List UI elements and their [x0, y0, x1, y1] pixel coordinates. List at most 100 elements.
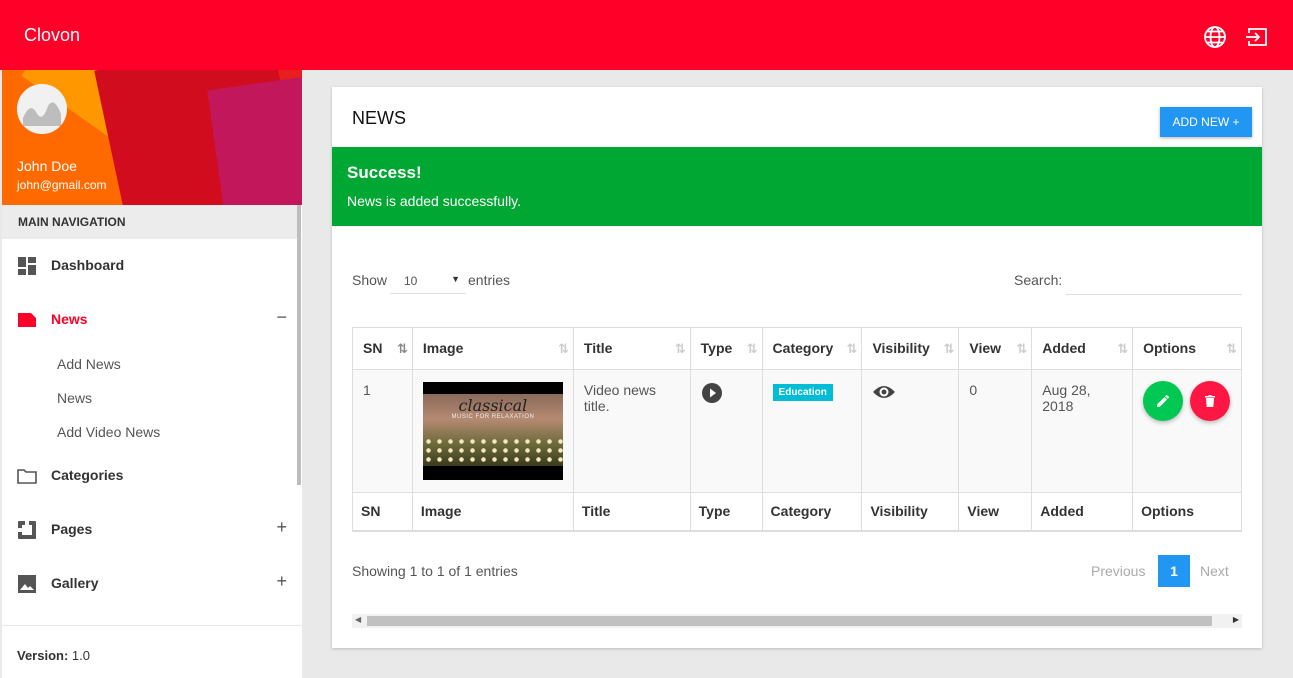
sidebar-scrollbar[interactable] — [297, 205, 301, 485]
eye-icon — [872, 386, 896, 405]
col-footer-added: Added — [1031, 492, 1134, 532]
play-circle-icon — [701, 383, 723, 407]
sort-icon: ⇅ — [558, 341, 569, 356]
news-card: NEWS ADD NEW + Success! News is added su… — [332, 87, 1262, 648]
cell-sn: 1 — [352, 369, 413, 493]
pagination-next[interactable]: Next — [1200, 563, 1229, 579]
sidebar-item-label: Categories — [51, 467, 124, 483]
image-icon — [17, 574, 37, 594]
col-footer-type: Type — [689, 492, 763, 532]
cell-added: Aug 28, 2018 — [1031, 369, 1134, 493]
page-size-value: 10 — [404, 274, 418, 288]
scrollbar-thumb[interactable] — [367, 616, 1212, 626]
cell-view: 0 — [958, 369, 1033, 493]
scroll-right-icon[interactable]: ▶ — [1233, 615, 1239, 624]
user-info-panel: John Doe john@gmail.com — [2, 70, 302, 205]
sidebar-item-news[interactable]: News − — [2, 293, 297, 347]
table-row: 1 classical MUSIC FOR RELAXATION Video n… — [352, 369, 1242, 493]
search-label: Search: — [1014, 272, 1063, 288]
thumbnail-subtitle: MUSIC FOR RELAXATION — [451, 414, 535, 420]
col-footer-visibility: Visibility — [861, 492, 960, 532]
sidebar-item-label: Pages — [51, 521, 93, 537]
col-header-title[interactable]: Title ⇅ — [572, 327, 691, 370]
sidebar-item-dashboard[interactable]: Dashboard — [2, 239, 297, 293]
thumbnail-title: classical — [458, 396, 528, 415]
sidebar-item-label: Dashboard — [51, 257, 125, 273]
col-header-sn[interactable]: SN ⇅ — [352, 327, 413, 370]
user-email: john@gmail.com — [17, 178, 107, 192]
search-input[interactable] — [1066, 265, 1242, 295]
horizontal-scrollbar[interactable]: ◀ ▶ — [352, 614, 1242, 628]
user-name: John Doe — [17, 158, 77, 174]
sort-icon: ⇅ — [674, 341, 686, 356]
pagination-page-1[interactable]: 1 — [1158, 555, 1190, 587]
delete-button[interactable] — [1190, 381, 1231, 421]
sort-icon: ⇅ — [1226, 341, 1237, 356]
cell-category: Education — [761, 369, 863, 493]
news-icon — [17, 310, 37, 330]
scroll-left-icon[interactable]: ◀ — [355, 615, 361, 624]
col-header-added[interactable]: Added ⇅ — [1031, 327, 1134, 370]
version-info: Version: 1.0 — [17, 648, 90, 663]
entries-label: entries — [468, 272, 511, 288]
sidebar-subitem-add-video-news[interactable]: Add Video News — [57, 424, 160, 440]
sidebar-footer: Version: 1.0 — [2, 625, 302, 678]
brand-title[interactable]: Clovon — [24, 25, 80, 46]
col-header-visibility[interactable]: Visibility ⇅ — [861, 327, 960, 370]
add-new-button[interactable]: ADD NEW + — [1160, 107, 1252, 137]
caret-down-icon: ▼ — [451, 274, 460, 284]
show-label: Show — [352, 272, 388, 288]
col-footer-image: Image — [411, 492, 574, 532]
cell-image: classical MUSIC FOR RELAXATION — [411, 369, 574, 493]
sort-icon: ⇅ — [943, 341, 954, 356]
collapse-icon[interactable]: − — [276, 307, 287, 328]
cell-type — [689, 369, 763, 493]
folder-icon — [17, 466, 37, 486]
col-header-image[interactable]: Image ⇅ — [411, 327, 574, 370]
sidebar-item-categories[interactable]: Categories — [2, 449, 297, 503]
version-value: 1.0 — [71, 648, 90, 663]
news-thumbnail[interactable]: classical MUSIC FOR RELAXATION — [422, 382, 563, 480]
dashboard-icon — [17, 256, 37, 276]
col-header-type[interactable]: Type ⇅ — [689, 327, 763, 370]
globe-icon[interactable] — [1203, 25, 1227, 49]
success-alert: Success! News is added successfully. — [332, 147, 1262, 226]
sort-icon: ⇅ — [1117, 341, 1128, 356]
top-bar: Clovon — [0, 0, 1293, 70]
sidebar-subitem-news[interactable]: News — [57, 390, 92, 406]
col-footer-category: Category — [761, 492, 863, 532]
sidebar-item-pages[interactable]: Pages + — [2, 503, 297, 557]
alert-title: Success! — [347, 163, 422, 182]
sort-asc-icon: ⇅ — [397, 341, 408, 356]
col-footer-view: View — [958, 492, 1033, 532]
col-footer-title: Title — [572, 492, 691, 532]
table-header-row: SN ⇅ Image ⇅ Title ⇅ Type ⇅ Category ⇅ Visibi… — [352, 327, 1242, 370]
page-title: NEWS — [352, 108, 406, 128]
news-table: SN ⇅ Image ⇅ Title ⇅ Type ⇅ Category ⇅ Visibi… — [352, 327, 1242, 532]
col-footer-sn: SN — [352, 492, 413, 532]
sidebar-item-gallery[interactable]: Gallery + — [2, 557, 297, 611]
version-label: Version: — [17, 648, 69, 663]
col-header-options[interactable]: Options ⇅ — [1132, 327, 1242, 370]
edit-button[interactable] — [1143, 381, 1184, 421]
sidebar: John Doe john@gmail.com MAIN NAVIGATION … — [2, 70, 302, 678]
cell-options — [1132, 369, 1242, 493]
sidebar-item-label: News — [51, 311, 88, 327]
avatar[interactable] — [17, 84, 67, 134]
sidebar-subitem-add-news[interactable]: Add News — [57, 356, 121, 372]
category-badge: Education — [772, 384, 833, 401]
cell-visibility — [861, 369, 960, 493]
table-info: Showing 1 to 1 of 1 entries — [352, 563, 518, 579]
trash-icon — [1205, 395, 1216, 407]
logout-icon[interactable] — [1245, 25, 1269, 49]
expand-icon[interactable]: + — [276, 571, 287, 592]
sort-icon: ⇅ — [746, 341, 758, 356]
cell-title: Video news title. — [572, 369, 691, 493]
col-header-category[interactable]: Category ⇅ — [761, 327, 863, 370]
pagination-previous[interactable]: Previous — [1091, 563, 1145, 579]
expand-icon[interactable]: + — [276, 517, 287, 538]
sort-icon: ⇅ — [846, 341, 858, 356]
col-header-view[interactable]: View ⇅ — [958, 327, 1033, 370]
col-footer-options: Options — [1132, 492, 1242, 532]
page-size-select[interactable]: 10 ▼ — [390, 266, 466, 294]
